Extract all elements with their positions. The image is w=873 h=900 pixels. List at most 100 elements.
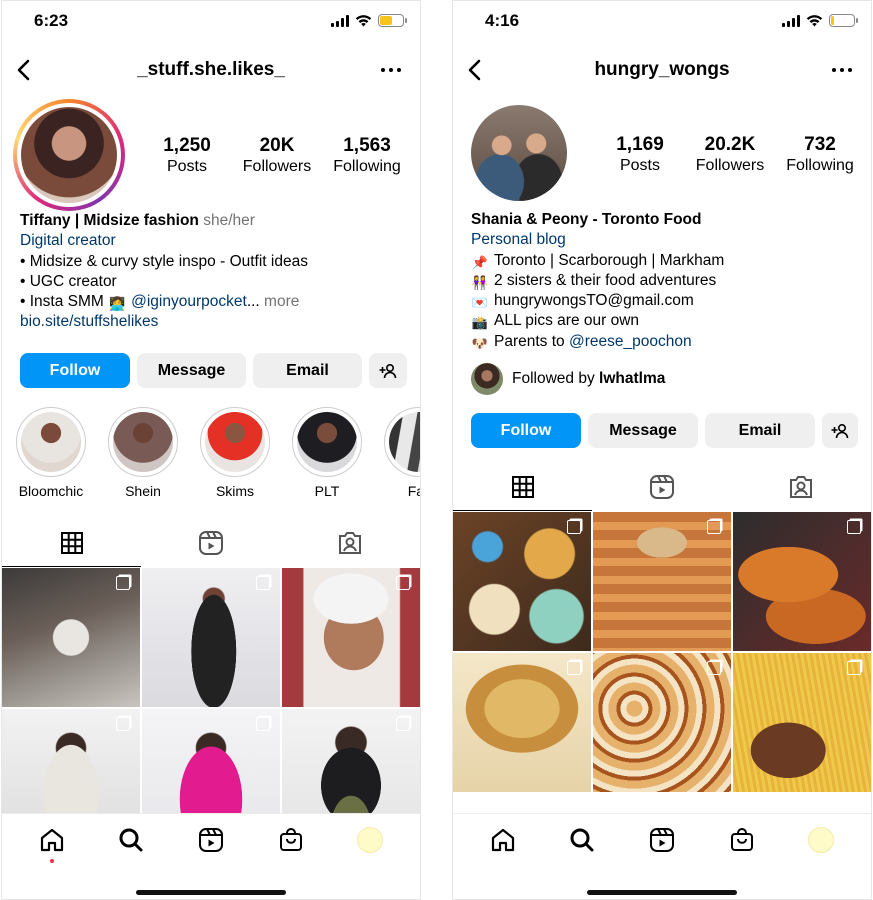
email-button[interactable]: Email [705, 413, 815, 448]
highlight-bloomchic[interactable]: Bloomchic [16, 407, 86, 499]
post-thumbnail[interactable] [142, 568, 280, 707]
post-thumbnail[interactable] [593, 512, 731, 651]
post-thumbnail[interactable] [2, 568, 140, 707]
highlight-skims[interactable]: Skims [200, 407, 270, 499]
stat-following-count: 1,563 [343, 135, 391, 156]
tab-posts-grid[interactable] [453, 463, 593, 511]
status-time: 4:16 [485, 11, 520, 30]
stat-followers[interactable]: 20.2K Followers [685, 134, 775, 176]
reels-icon [649, 828, 674, 852]
highlight-plt[interactable]: PLT [292, 407, 362, 499]
post-thumbnail[interactable] [453, 653, 591, 792]
post-thumbnail[interactable] [282, 568, 420, 707]
back-arrow-icon[interactable] [463, 57, 489, 83]
wifi-icon [355, 15, 372, 27]
nav-reels[interactable] [647, 825, 677, 855]
reels-icon [649, 475, 674, 499]
action-buttons: Follow Message Email [471, 413, 858, 448]
more-options-icon[interactable] [829, 57, 855, 83]
tab-posts-grid[interactable] [2, 519, 142, 567]
profile-screen-hungry-wongs: 4:16 hungry_wongs 1,169 Posts 20.2K Foll… [452, 0, 872, 900]
story-highlights: Bloomchic Shein Skims PLT Fall [16, 407, 420, 499]
stat-following[interactable]: 1,563 Following [322, 135, 412, 177]
tab-tagged[interactable] [281, 519, 420, 567]
post-thumbnail[interactable] [453, 512, 591, 651]
status-bar: 4:16 [453, 11, 871, 33]
stat-following-label: Following [786, 157, 854, 174]
bio-link[interactable]: bio.site/stuffshelikes [20, 312, 408, 332]
stat-followers-label: Followers [242, 158, 312, 175]
tagged-icon [339, 532, 362, 554]
highlight-label: Shein [125, 483, 161, 499]
post-thumbnail[interactable] [733, 653, 871, 792]
tab-reels[interactable] [592, 463, 731, 511]
follower-avatar [471, 363, 503, 395]
tagged-icon [790, 476, 813, 498]
nav-home[interactable] [488, 825, 518, 855]
post-thumbnail[interactable] [593, 653, 731, 792]
stat-posts[interactable]: 1,169 Posts [595, 134, 685, 176]
back-arrow-icon[interactable] [12, 57, 38, 83]
highlight-fall[interactable]: Fall [384, 407, 420, 499]
bottom-navigation [2, 813, 420, 899]
email-button[interactable]: Email [253, 353, 362, 388]
display-name: Shania & Peony - Toronto Food [471, 211, 702, 228]
bio-line-text: Toronto | Scarborough | Markham [494, 251, 725, 269]
stat-posts[interactable]: 1,250 Posts [142, 135, 232, 177]
suggest-people-button[interactable] [822, 413, 858, 448]
bio-line: • Midsize & curvy style inspo - Outfit i… [20, 252, 308, 270]
profile-category: Personal blog [471, 231, 566, 249]
avatar[interactable] [471, 105, 567, 201]
mention-link[interactable]: @reese_poochon [569, 333, 692, 350]
multi-post-icon [116, 576, 130, 590]
nav-home[interactable] [37, 825, 67, 863]
follow-button[interactable]: Follow [471, 413, 581, 448]
profile-header: hungry_wongs [453, 53, 871, 87]
message-button[interactable]: Message [588, 413, 698, 448]
cellular-signal-icon [331, 14, 349, 27]
stat-following[interactable]: 732 Following [775, 134, 865, 176]
tab-reels[interactable] [141, 519, 280, 567]
profile-bio: Tiffany | Midsize fashion she/her Digita… [20, 211, 408, 333]
home-indicator[interactable] [136, 890, 286, 895]
multi-post-icon [847, 520, 861, 534]
pronouns: she/her [203, 212, 255, 229]
story-ring-avatar[interactable] [13, 99, 125, 211]
stat-followers-count: 20K [259, 135, 295, 156]
profile-handle: _stuff.she.likes_ [137, 59, 285, 80]
camera-flash-emoji: 📸 [471, 315, 489, 331]
more-link[interactable]: more [264, 293, 299, 310]
nav-profile[interactable] [806, 825, 836, 855]
avatar [21, 107, 117, 203]
battery-level [380, 16, 393, 25]
bio-line: 💌 hungrywongsTO@gmail.com [471, 291, 859, 311]
message-button[interactable]: Message [137, 353, 246, 388]
nav-search[interactable] [567, 825, 597, 855]
wifi-icon [806, 15, 823, 27]
bio-line: • UGC creator [20, 272, 117, 290]
highlight-shein[interactable]: Shein [108, 407, 178, 499]
followed-by[interactable]: Followed by lwhatlma [471, 363, 665, 395]
highlight-label: Bloomchic [18, 483, 84, 499]
bio-line: 🐶 Parents to @reese_poochon [471, 332, 859, 352]
more-options-icon[interactable] [378, 57, 404, 83]
nav-shop[interactable] [727, 825, 757, 855]
grid-icon [511, 476, 534, 498]
display-name: Tiffany | Midsize fashion [20, 212, 199, 229]
nav-search[interactable] [116, 825, 146, 855]
posts-grid [453, 512, 871, 792]
stat-followers[interactable]: 20K Followers [232, 135, 322, 177]
bio-line-text: ALL pics are our own [494, 312, 640, 330]
home-indicator[interactable] [587, 890, 737, 895]
follow-button[interactable]: Follow [20, 353, 130, 388]
followed-by-prefix: Followed by [512, 370, 595, 387]
suggest-people-button[interactable] [369, 353, 407, 388]
nav-reels[interactable] [196, 825, 226, 855]
tab-tagged[interactable] [732, 463, 871, 511]
profile-avatar [808, 827, 835, 853]
nav-shop[interactable] [276, 825, 306, 855]
post-thumbnail[interactable] [733, 512, 871, 651]
nav-profile[interactable] [355, 825, 385, 855]
mention-link[interactable]: @iginyourpocket [131, 293, 247, 310]
pushpin-emoji: 📌 [471, 254, 489, 270]
